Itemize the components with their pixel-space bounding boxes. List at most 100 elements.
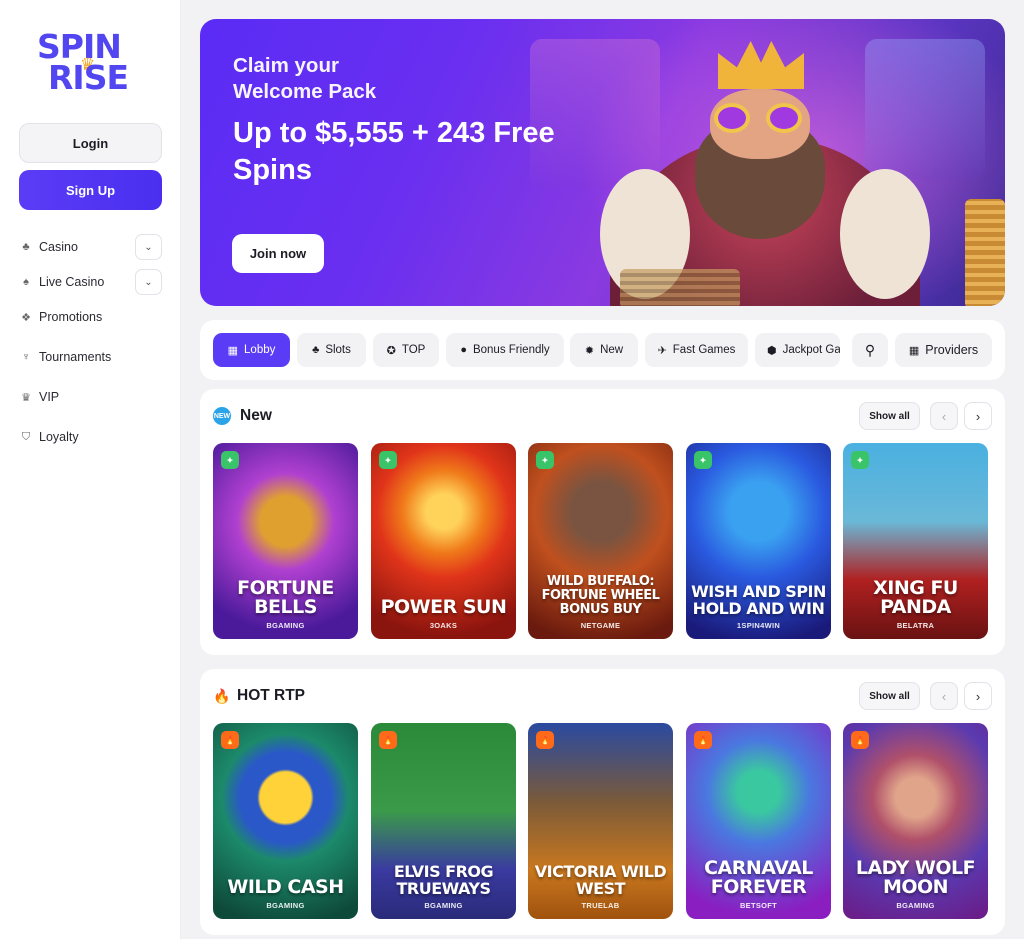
prev-arrow-button[interactable]: ‹ xyxy=(930,682,958,710)
tab-top[interactable]: ✪ TOP xyxy=(373,333,439,367)
new-tag-icon: ✦ xyxy=(221,451,239,469)
cherries-icon: ♣ xyxy=(312,344,320,356)
tab-label: Lobby xyxy=(244,344,276,356)
game-provider: BELATRA xyxy=(896,621,935,630)
section-title: New xyxy=(240,407,272,424)
chevron-down-icon[interactable]: ⌄ xyxy=(135,269,162,295)
game-card[interactable]: 🔥 CARNAVAL FOREVER BETSOFT xyxy=(686,723,831,919)
tab-slots[interactable]: ♣ Slots xyxy=(297,333,366,367)
clubs-icon: ♣ xyxy=(22,241,30,253)
game-title: XING FU PANDA xyxy=(873,577,958,618)
tab-label: Fast Games xyxy=(672,344,736,356)
game-card[interactable]: 🔥 VICTORIA WILD WEST TRUELAB xyxy=(528,723,673,919)
jackpot-icon: ⬢ xyxy=(767,344,777,357)
banner-coin-stack xyxy=(965,199,1005,306)
crown-icon: ♛ xyxy=(21,391,31,404)
spinrise-logo[interactable]: SPIN ♛ RISE xyxy=(37,30,147,94)
section-title: HOT RTP xyxy=(237,687,306,704)
banner-subtitle: Claim your Welcome Pack xyxy=(233,54,377,103)
prev-arrow-button[interactable]: ‹ xyxy=(930,402,958,430)
logo-line2: RISE xyxy=(48,58,129,97)
game-provider: TRUELAB xyxy=(581,901,620,910)
next-arrow-button[interactable]: › xyxy=(964,402,992,430)
join-now-button[interactable]: Join now xyxy=(232,234,324,273)
money-bag-icon: ● xyxy=(460,344,467,356)
tab-label: TOP xyxy=(401,344,426,356)
banner-title: Up to $5,555 + 243 Free Spins xyxy=(233,117,555,186)
game-provider: 1SPIN4WIN xyxy=(736,621,781,630)
search-icon: ⚲ xyxy=(864,341,876,358)
tab-jackpot-games[interactable]: ⬢ Jackpot Ga xyxy=(755,333,840,367)
next-arrow-button[interactable]: › xyxy=(964,682,992,710)
fire-tag-icon: 🔥 xyxy=(536,731,554,749)
sidebar-item-label: VIP xyxy=(39,390,60,404)
signup-button[interactable]: Sign Up xyxy=(19,170,162,210)
game-title: POWER SUN xyxy=(380,596,507,618)
sidebar-item-loyalty[interactable]: ⛉ Loyalty xyxy=(19,424,162,450)
sidebar-item-promotions[interactable]: ❖ Promotions xyxy=(19,304,162,330)
spade-icon: ♠ xyxy=(23,276,29,288)
fire-tag-icon: 🔥 xyxy=(379,731,397,749)
tab-label: Slots xyxy=(325,344,351,356)
show-all-button[interactable]: Show all xyxy=(859,682,920,710)
new-badge-icon: NEW xyxy=(213,407,231,425)
sidebar-item-vip[interactable]: ♛ VIP xyxy=(19,384,162,410)
fire-icon: 🔥 xyxy=(213,687,231,704)
new-tag-icon: ✦ xyxy=(851,451,869,469)
login-button[interactable]: Login xyxy=(19,123,162,163)
game-title: LADY WOLF MOON xyxy=(855,857,976,898)
new-icon: ✹ xyxy=(584,344,595,357)
game-card[interactable]: 🔥 LADY WOLF MOON BGAMING xyxy=(843,723,988,919)
game-provider: BETSOFT xyxy=(739,901,778,910)
game-provider: BGAMING xyxy=(266,901,305,910)
sidebar-item-live-casino[interactable]: ♠ Live Casino ⌄ xyxy=(19,269,162,295)
tab-label: Jackpot Ga xyxy=(782,344,840,356)
search-button[interactable]: ⚲ xyxy=(852,333,888,367)
gift-icon: ❖ xyxy=(21,311,31,324)
tab-bonus-friendly[interactable]: ● Bonus Friendly xyxy=(446,333,564,367)
game-title: WISH AND SPIN HOLD AND WIN xyxy=(691,582,826,618)
tab-label: Bonus Friendly xyxy=(472,344,550,356)
game-card[interactable]: ✦ FORTUNE BELLS BGAMING xyxy=(213,443,358,639)
welcome-banner[interactable]: Claim your Welcome Pack Up to $5,555 + 2… xyxy=(200,19,1005,306)
game-provider: BGAMING xyxy=(424,901,463,910)
sidebar-item-tournaments[interactable]: ♆ Tournaments xyxy=(19,344,162,370)
providers-button[interactable]: ▦ Providers xyxy=(895,333,992,367)
tab-lobby[interactable]: ▦ Lobby xyxy=(213,333,290,367)
trophy-icon: ♆ xyxy=(21,351,31,363)
fire-tag-icon: 🔥 xyxy=(221,731,239,749)
fire-tag-icon: 🔥 xyxy=(851,731,869,749)
tab-fast-games[interactable]: ✈ Fast Games xyxy=(645,333,748,367)
sidebar-item-casino[interactable]: ♣ Casino ⌄ xyxy=(19,234,162,260)
game-title: VICTORIA WILD WEST xyxy=(534,862,667,898)
game-title: FORTUNE BELLS xyxy=(237,577,334,618)
game-provider: 3OAKS xyxy=(429,621,458,630)
game-title: WILD BUFFALO: FORTUNE WHEEL BONUS BUY xyxy=(541,574,660,617)
medal-icon: ✪ xyxy=(386,344,396,357)
section-hot-rtp: 🔥 HOT RTP Show all ‹ › 🔥 WILD CASH BGAMI… xyxy=(200,669,1005,935)
game-title: CARNAVAL FOREVER xyxy=(704,857,813,898)
banner-coin-stack xyxy=(620,269,740,306)
game-card[interactable]: 🔥 ELVIS FROG TRUEWAYS BGAMING xyxy=(371,723,516,919)
sidebar-item-label: Live Casino xyxy=(39,275,105,289)
game-card[interactable]: ✦ XING FU PANDA BELATRA xyxy=(843,443,988,639)
game-card[interactable]: 🔥 WILD CASH BGAMING xyxy=(213,723,358,919)
game-card[interactable]: ✦ WILD BUFFALO: FORTUNE WHEEL BONUS BUY … xyxy=(528,443,673,639)
game-card[interactable]: ✦ POWER SUN 3OAKS xyxy=(371,443,516,639)
game-provider: BGAMING xyxy=(896,901,935,910)
game-title: WILD CASH xyxy=(227,876,344,898)
tab-new[interactable]: ✹ New xyxy=(570,333,638,367)
game-card[interactable]: ✦ WISH AND SPIN HOLD AND WIN 1SPIN4WIN xyxy=(686,443,831,639)
new-tag-icon: ✦ xyxy=(536,451,554,469)
providers-grid-icon: ▦ xyxy=(908,344,920,357)
tab-label: New xyxy=(600,344,624,356)
game-title: ELVIS FROG TRUEWAYS xyxy=(393,862,494,898)
fire-tag-icon: 🔥 xyxy=(694,731,712,749)
game-provider: NETGAME xyxy=(580,621,621,630)
sidebar: SPIN ♛ RISE Login Sign Up ♣ Casino ⌄ ♠ L… xyxy=(0,0,181,939)
sidebar-item-label: Promotions xyxy=(39,310,103,324)
chevron-down-icon[interactable]: ⌄ xyxy=(135,234,162,260)
show-all-button[interactable]: Show all xyxy=(859,402,920,430)
new-tag-icon: ✦ xyxy=(694,451,712,469)
section-new: NEW New Show all ‹ › ✦ FORTUNE BELLS BGA… xyxy=(200,389,1005,655)
